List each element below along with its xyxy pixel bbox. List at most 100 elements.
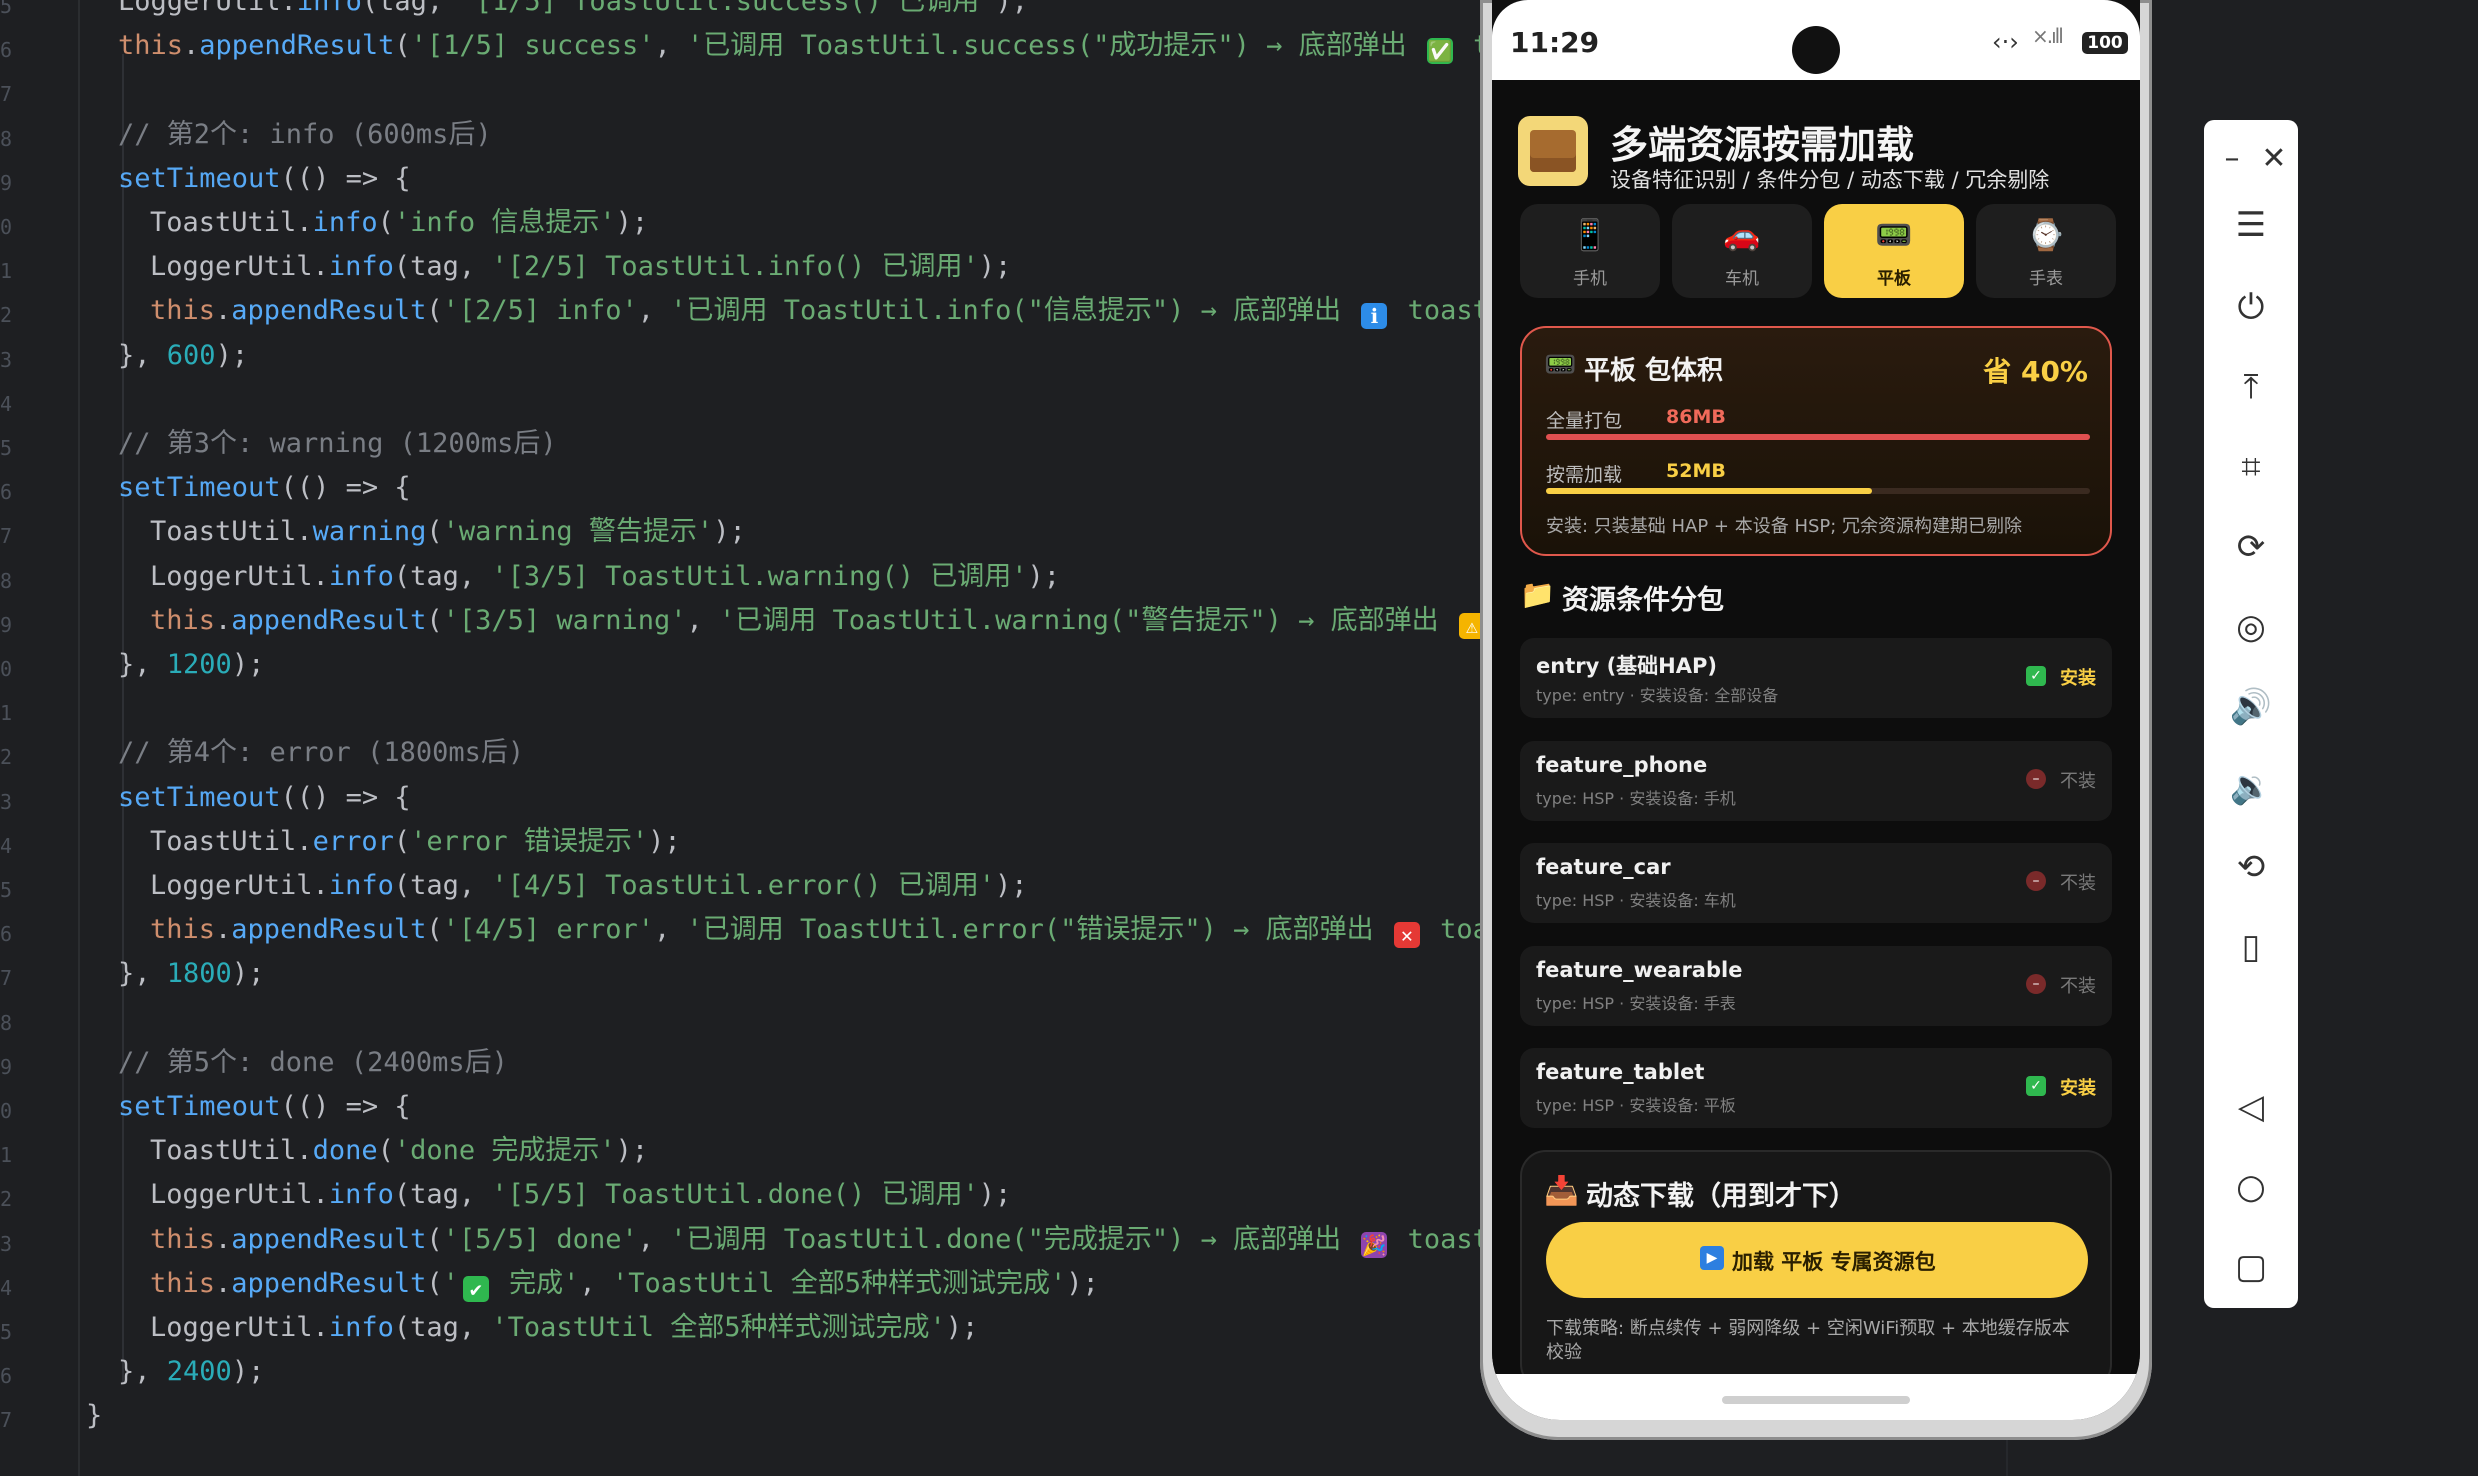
volume-up-icon[interactable]: 🔊: [2226, 682, 2276, 732]
full-value: 86MB: [1666, 406, 1726, 428]
tab-平板[interactable]: 📟 平板: [1824, 204, 1964, 298]
line-number: 8: [0, 1010, 13, 1035]
volume-down-icon[interactable]: 🔉: [2226, 762, 2276, 812]
app-content[interactable]: 多端资源按需加载 设备特征识别 / 条件分包 / 动态下载 / 冗余剔除 📱 手机…: [1492, 80, 2140, 1374]
code-token: );: [231, 958, 265, 990]
package-status: 不装: [2060, 975, 2096, 997]
code-token: 'info 信息提示': [393, 207, 616, 238]
code-token: (tag,: [393, 1312, 492, 1343]
code-token: },: [118, 1356, 167, 1388]
status-time: 11:29: [1510, 26, 1600, 59]
code-token: '已调用 ToastUtil.done("完成提示") → 底部弹出: [670, 1223, 1358, 1255]
home-icon[interactable]: ○: [2226, 1162, 2276, 1212]
code-token: (() => {: [280, 162, 411, 194]
demand-bar-fill: [1546, 488, 1873, 494]
code-token: 'ToastUtil 全部5种样式测试完成': [611, 1267, 1067, 1299]
download-note-1: 下载策略: 断点续传 + 弱网降级 + 空闲WiFi预取 + 本地缓存版本: [1546, 1318, 2070, 1339]
code-line: this.appendResult('[1/5] success', '已调用 …: [118, 26, 1603, 66]
tab-label: 手机: [1573, 269, 1607, 289]
tab-label: 车机: [1725, 269, 1759, 289]
home-bar: [1492, 1374, 2140, 1420]
emoji-icon: ✕: [1393, 922, 1420, 949]
rotate-icon[interactable]: ⟳: [2226, 522, 2276, 572]
tab-label: 手表: [2029, 269, 2063, 289]
load-tablet-button[interactable]: ▶ 加载 平板 专属资源包: [1546, 1222, 2088, 1298]
code-token: );: [978, 251, 1012, 283]
app-subtitle: 设备特征识别 / 条件分包 / 动态下载 / 冗余剔除: [1610, 168, 2050, 192]
screenshot-icon[interactable]: ◎: [2226, 602, 2276, 652]
line-number: 5: [0, 436, 13, 460]
code-token: );: [1027, 560, 1061, 592]
line-number: 7: [0, 1408, 13, 1433]
line-number: 3: [0, 789, 13, 814]
code-token: (: [394, 30, 411, 62]
close-icon[interactable]: ✕: [2254, 134, 2294, 184]
code-line: setTimeout(() => {: [118, 468, 411, 508]
minimize-icon[interactable]: –: [2212, 134, 2252, 184]
tab-车机[interactable]: 🚗 车机: [1672, 204, 1812, 298]
network-icon: ‹·›: [1992, 28, 2019, 56]
line-number: 0: [0, 657, 13, 681]
code-token: LoggerUtil.: [150, 870, 329, 901]
code-token: appendResult: [231, 604, 427, 636]
code-token: 1800: [166, 958, 232, 990]
code-token: .: [215, 295, 232, 327]
code-token: '[3/5] ToastUtil.warning() 已调用': [491, 560, 1028, 592]
line-number: 2: [0, 745, 13, 770]
home-indicator[interactable]: [1722, 1396, 1910, 1404]
indent-guide: [122, 54, 124, 1384]
code-token: .: [183, 30, 200, 62]
code-token: .: [215, 604, 232, 636]
recents-icon[interactable]: ▢: [2226, 1242, 2276, 1292]
package-row[interactable]: feature_tablet type: HSP · 安装设备: 平板 ✓ 安装: [1520, 1048, 2112, 1128]
power-icon[interactable]: ⏻: [2226, 282, 2276, 332]
phone-screen[interactable]: 11:29 ‹·› ×.ıll 100 多端资源按需加载 设备特征识别 / 条件…: [1492, 0, 2140, 1420]
code-token: 'warning 警告提示': [442, 516, 714, 548]
folder-icon: 📁: [1520, 578, 1555, 611]
package-row[interactable]: feature_wearable type: HSP · 安装设备: 手表 – 不装: [1520, 945, 2112, 1026]
code-token: (() => {: [280, 472, 411, 504]
code-token: 600: [166, 339, 216, 371]
menu-icon[interactable]: ☰: [2226, 200, 2276, 250]
code-token: '[1/5] ToastUtil.success() 已调用': [459, 0, 996, 17]
back-icon[interactable]: ◁: [2226, 1082, 2276, 1132]
code-token: (: [377, 207, 394, 238]
demand-bar-track: [1546, 488, 2090, 494]
code-token: appendResult: [199, 30, 395, 62]
package-row[interactable]: feature_phone type: HSP · 安装设备: 手机 – 不装: [1520, 740, 2112, 821]
tab-icon: ⌚: [2027, 218, 2065, 253]
line-number: 4: [0, 1275, 13, 1300]
code-token: );: [215, 339, 249, 371]
code-token: 'ToastUtil 全部5种样式测试完成': [491, 1312, 946, 1343]
pin-top-icon[interactable]: ⤒: [2226, 362, 2276, 412]
code-token: setTimeout: [118, 1091, 281, 1122]
code-token: ': [442, 1267, 459, 1299]
code-token: ,: [653, 914, 687, 946]
code-line: ToastUtil.warning('warning 警告提示');: [150, 512, 746, 552]
code-line: ToastUtil.error('error 错误提示');: [150, 822, 681, 862]
code-token: 2400: [166, 1356, 232, 1388]
package-name: feature_tablet: [1536, 1060, 1705, 1084]
rotate-device-icon[interactable]: ⟲: [2226, 842, 2276, 892]
tab-手表[interactable]: ⌚ 手表: [1976, 204, 2116, 298]
package-meta: type: HSP · 安装设备: 平板: [1536, 1096, 1736, 1115]
code-token: (: [377, 1135, 394, 1167]
code-line: this.appendResult('[4/5] error', '已调用 To…: [150, 910, 1570, 950]
download-note-2: 校验: [1546, 1342, 1582, 1363]
crop-icon[interactable]: ⌗: [2226, 442, 2276, 492]
line-number: 8: [0, 126, 13, 151]
package-row[interactable]: entry (基础HAP) type: entry · 安装设备: 全部设备 ✓ 安装: [1520, 638, 2112, 718]
line-number: 7: [0, 82, 13, 107]
code-token: ToastUtil.: [150, 207, 313, 238]
tab-icon: 📟: [1875, 218, 1913, 253]
size-card: 📟 平板 包体积 省 40% 全量打包 86MB 按需加载 52MB 安装: 只…: [1520, 326, 2112, 556]
battery-icon: 100: [2082, 32, 2128, 54]
tab-手机[interactable]: 📱 手机: [1520, 204, 1660, 298]
code-token: done: [312, 1135, 378, 1167]
code-line: setTimeout(() => {: [118, 159, 411, 199]
code-token: );: [995, 870, 1028, 901]
package-row[interactable]: feature_car type: HSP · 安装设备: 车机 – 不装: [1520, 843, 2112, 923]
fold-icon[interactable]: ▯: [2226, 922, 2276, 972]
code-token: LoggerUtil.: [150, 1312, 329, 1343]
code-token: 1200: [166, 649, 232, 680]
